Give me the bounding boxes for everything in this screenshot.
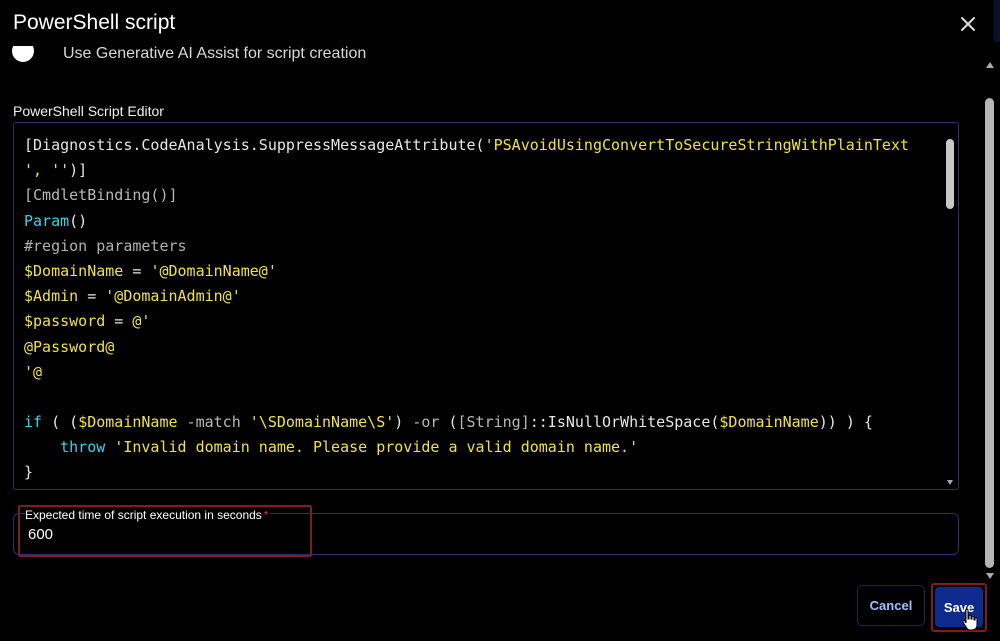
close-icon[interactable]	[956, 12, 980, 36]
code-token: @Password@	[24, 337, 115, 356]
ai-assist-toggle[interactable]	[12, 46, 34, 62]
code-line: if ( ($DomainName -match '\SDomainName\S…	[24, 410, 936, 435]
required-marker: *	[263, 508, 269, 522]
code-token: $Admin	[24, 287, 79, 306]
code-token: ( (	[42, 413, 79, 432]
editor-scroll-down-icon[interactable]	[947, 480, 953, 485]
code-token: [String]	[457, 413, 530, 432]
code-line: $DomainName = '@DomainName@'	[24, 259, 936, 284]
code-token: ', ''	[24, 161, 70, 180]
code-token: $DomainName	[719, 413, 819, 432]
code-line: ', '')]	[24, 158, 936, 183]
code-token: #region parameters	[24, 236, 187, 255]
code-token: =	[123, 261, 151, 280]
execution-time-input[interactable]: 600	[28, 526, 53, 543]
execution-time-label: Expected time of script execution in sec…	[25, 508, 271, 522]
code-token: '@DomainName@'	[150, 261, 277, 280]
hand-cursor-icon	[961, 608, 979, 632]
code-token: '\SDomainName\S'	[249, 413, 395, 432]
code-line: throw 'Invalid domain name. Please provi…	[24, 435, 936, 460]
code-line: '@	[24, 360, 936, 385]
code-token: $password	[24, 312, 106, 331]
dialog-scrollbar[interactable]	[985, 60, 994, 579]
editor-scrollbar-thumb[interactable]	[946, 139, 954, 209]
code-line: #region parameters	[24, 234, 936, 259]
code-line: [Diagnostics.CodeAnalysis.SuppressMessag…	[24, 133, 936, 158]
code-token: -or	[412, 413, 440, 432]
code-line: Param()	[24, 209, 936, 234]
code-line: [CmdletBinding()]	[24, 183, 936, 208]
cancel-button[interactable]: Cancel	[857, 585, 925, 626]
code-line: }	[24, 460, 936, 485]
script-editor-label: PowerShell Script Editor	[13, 103, 164, 119]
code-token: 'Invalid domain name. Please provide a v…	[114, 438, 639, 457]
code-token: '@DomainAdmin@'	[105, 287, 241, 306]
editor-scrollbar[interactable]	[946, 131, 954, 485]
script-editor[interactable]: [Diagnostics.CodeAnalysis.SuppressMessag…	[13, 122, 959, 490]
code-line: $Admin = '@DomainAdmin@'	[24, 284, 936, 309]
code-token: =	[78, 287, 106, 306]
powershell-script-dialog: PowerShell script Use Generative AI Assi…	[0, 0, 1000, 641]
code-token: [CmdletBinding()]	[24, 186, 178, 205]
dialog-scrollbar-thumb[interactable]	[985, 98, 994, 568]
code-token: )) ) {	[818, 413, 873, 432]
code-token: $DomainName	[24, 261, 124, 280]
dialog-title: PowerShell script	[13, 11, 176, 34]
code-token: )	[394, 413, 413, 432]
code-line: $password = @'	[24, 309, 936, 334]
scroll-up-icon[interactable]	[986, 62, 994, 68]
code-token: }	[24, 463, 34, 482]
window-edge	[994, 0, 1000, 42]
code-token: (	[439, 413, 458, 432]
code-token: 'PSAvoidUsingConvertToSecureStringWithPl…	[484, 136, 910, 154]
code-token: ()	[69, 211, 88, 230]
code-token: =	[105, 312, 133, 331]
code-token: '@	[24, 362, 43, 381]
code-token: $DomainName	[78, 413, 178, 432]
code-line: @Password@	[24, 335, 936, 360]
script-code[interactable]: [Diagnostics.CodeAnalysis.SuppressMessag…	[24, 133, 936, 486]
code-token: if	[24, 413, 43, 432]
code-token: throw	[60, 438, 106, 457]
code-token: [Diagnostics.CodeAnalysis.SuppressMessag…	[24, 136, 485, 154]
code-token: -match	[177, 413, 250, 432]
scroll-down-icon[interactable]	[986, 573, 994, 579]
execution-time-label-text: Expected time of script execution in sec…	[25, 508, 262, 522]
ai-assist-label: Use Generative AI Assist for script crea…	[63, 45, 367, 62]
code-token: Param	[24, 211, 70, 230]
code-token: ::IsNullOrWhiteSpace(	[529, 413, 720, 432]
code-token: @'	[132, 312, 151, 331]
code-token: )]	[69, 161, 88, 180]
